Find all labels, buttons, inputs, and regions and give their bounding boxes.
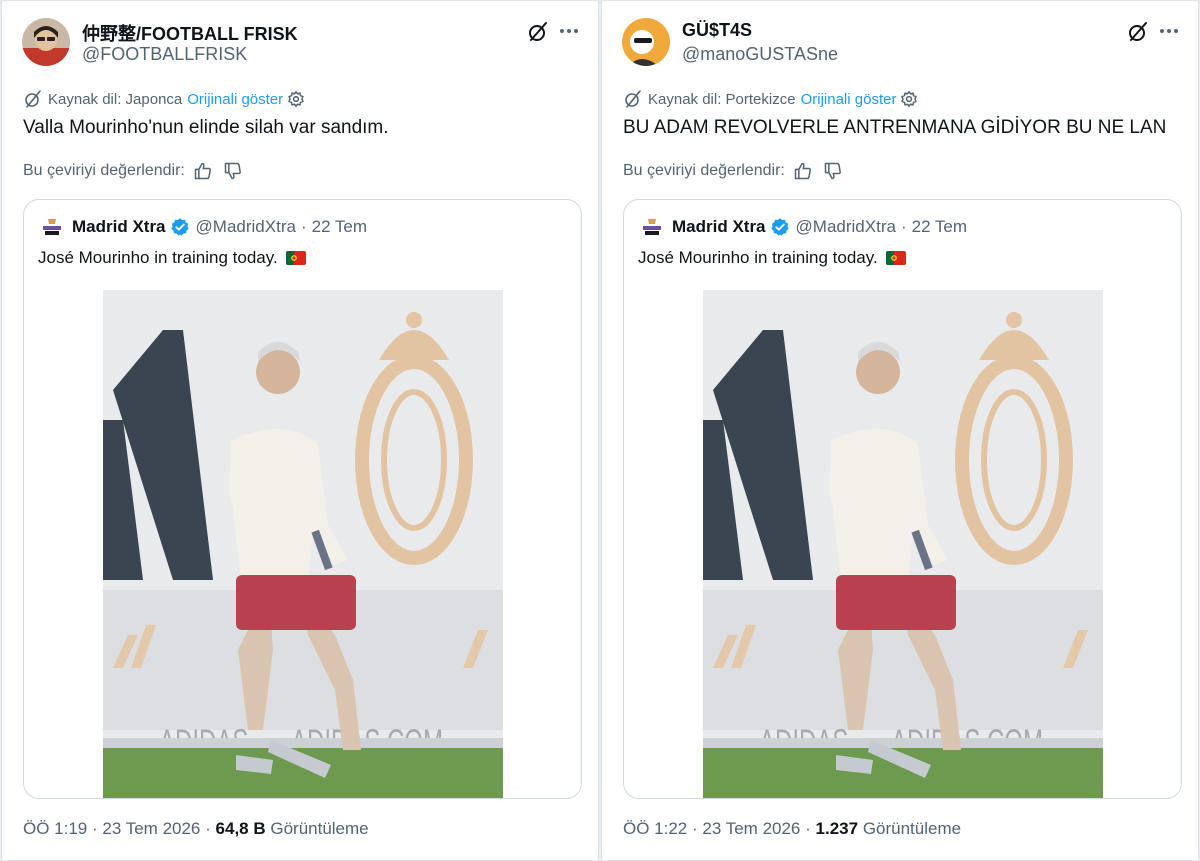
separator-dot: · <box>300 217 307 236</box>
separator-dot: · <box>692 819 698 838</box>
quoted-photo[interactable]: ADIDAS. ADIDAS.COM <box>103 290 503 798</box>
quoted-author-handle[interactable]: @MadridXtra <box>796 217 896 237</box>
verified-badge-icon <box>170 218 189 236</box>
show-original-link[interactable]: Orijinali göster <box>187 91 283 108</box>
quoted-tweet-text-row: José Mourinho in training today. <box>638 248 906 268</box>
separator-dot: · <box>205 819 211 838</box>
tweet-panel-right: GÜ$T4S @manoGUSTASne Kaynak dil: Porteki… <box>601 0 1199 861</box>
quoted-author-handle[interactable]: @MadridXtra <box>196 217 296 237</box>
quoted-author-name[interactable]: Madrid Xtra <box>72 217 166 237</box>
portugal-flag-icon <box>285 251 306 265</box>
quoted-tweet-text: José Mourinho in training today. <box>38 248 278 267</box>
source-language-text: Kaynak dil: Portekizce <box>648 90 796 108</box>
madrid-xtra-logo-icon <box>640 215 664 239</box>
author-handle[interactable]: @manoGUSTASne <box>682 44 838 65</box>
quoted-author-name[interactable]: Madrid Xtra <box>672 217 766 237</box>
rate-translation: Bu çeviriyi değerlendir: <box>623 159 843 183</box>
translation-source-line: Kaynak dil: Japonca Orijinali göster <box>23 88 305 110</box>
portugal-flag-icon <box>885 251 906 265</box>
verified-badge-icon <box>770 218 789 236</box>
rate-translation-label: Bu çeviriyi değerlendir: <box>23 162 185 179</box>
views-count[interactable]: 1.237 <box>816 819 859 838</box>
quoted-tweet-header: Madrid Xtra @MadridXtra · 22 Tem <box>40 214 367 240</box>
show-original-link[interactable]: Orijinali göster <box>801 91 897 108</box>
tweet-date[interactable]: 23 Tem 2026 <box>102 819 200 838</box>
gear-icon[interactable] <box>287 90 305 108</box>
translation-source-line: Kaynak dil: Portekizce Orijinali göster <box>623 88 918 110</box>
rate-translation: Bu çeviriyi değerlendir: <box>23 159 243 183</box>
quoted-date[interactable]: 22 Tem <box>312 217 367 237</box>
tweet-meta: ÖÖ 1:19 · 23 Tem 2026 · 64,8 B Görüntüle… <box>23 819 369 839</box>
views-count[interactable]: 64,8 B <box>216 819 266 838</box>
grok-icon[interactable] <box>1126 20 1150 44</box>
source-language-text: Kaynak dil: Japonca <box>48 90 183 108</box>
author-name[interactable]: GÜ$T4S <box>682 20 752 41</box>
tweet-time[interactable]: ÖÖ 1:22 <box>623 819 687 838</box>
rate-translation-label: Bu çeviriyi değerlendir: <box>623 162 785 179</box>
thumbs-up-icon[interactable] <box>793 161 813 181</box>
tweet-time[interactable]: ÖÖ 1:19 <box>23 819 87 838</box>
tweet-text: Valla Mourinho'nun elinde silah var sand… <box>23 117 389 138</box>
separator-dot: · <box>92 819 98 838</box>
tweet-date[interactable]: 23 Tem 2026 <box>702 819 800 838</box>
views-label: Görüntüleme <box>862 819 962 838</box>
avatar[interactable] <box>22 18 70 66</box>
tweet-text: BU ADAM REVOLVERLE ANTRENMANA GİDİYOR BU… <box>623 117 1167 138</box>
translate-icon <box>625 90 641 108</box>
thumbs-up-icon[interactable] <box>193 161 213 181</box>
views-label: Görüntüleme <box>270 819 369 838</box>
gear-icon[interactable] <box>900 90 918 108</box>
thumbs-down-icon[interactable] <box>223 161 243 181</box>
tweet-meta: ÖÖ 1:22 · 23 Tem 2026 · 1.237 Görüntülem… <box>623 819 961 839</box>
quoted-tweet-text-row: José Mourinho in training today. <box>38 248 306 268</box>
grok-icon[interactable] <box>526 20 550 44</box>
more-icon[interactable] <box>556 19 582 43</box>
quoted-photo[interactable]: ADIDAS. ADIDAS.COM <box>703 290 1103 798</box>
author-handle[interactable]: @FOOTBALLFRISK <box>82 44 247 65</box>
author-name[interactable]: 仲野整/FOOTBALL FRISK <box>82 20 298 46</box>
quoted-tweet[interactable]: Madrid Xtra @MadridXtra · 22 Tem José Mo… <box>623 199 1182 799</box>
quoted-tweet[interactable]: Madrid Xtra @MadridXtra · 22 Tem José Mo… <box>23 199 582 799</box>
tweet-panel-left: 仲野整/FOOTBALL FRISK @FOOTBALLFRISK Kaynak… <box>1 0 599 861</box>
thumbs-down-icon[interactable] <box>823 161 843 181</box>
quoted-date[interactable]: 22 Tem <box>912 217 967 237</box>
madrid-xtra-logo-icon <box>40 215 64 239</box>
quoted-tweet-text: José Mourinho in training today. <box>638 248 878 267</box>
quoted-tweet-header: Madrid Xtra @MadridXtra · 22 Tem <box>640 214 967 240</box>
avatar[interactable] <box>622 18 670 66</box>
separator-dot: · <box>805 819 811 838</box>
translate-icon <box>25 90 41 108</box>
more-icon[interactable] <box>1156 19 1182 43</box>
separator-dot: · <box>900 217 907 236</box>
